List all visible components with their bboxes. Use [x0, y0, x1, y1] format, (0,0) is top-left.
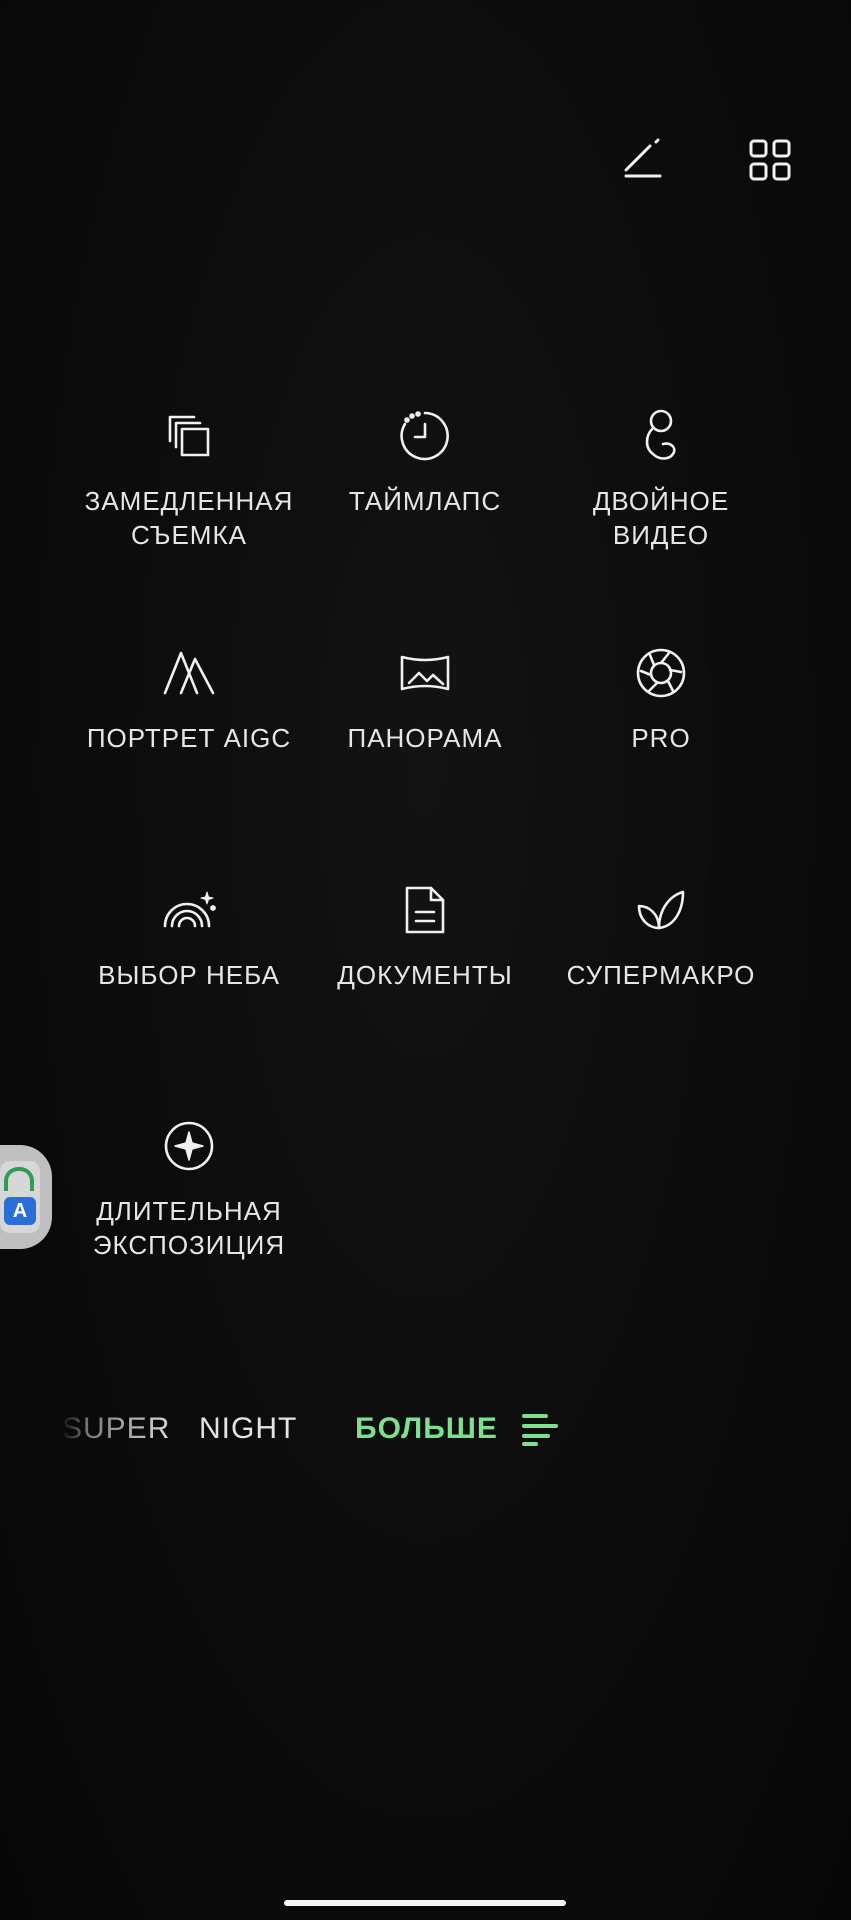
slow-motion-icon: [161, 408, 217, 464]
edit-slash-icon[interactable]: [614, 132, 670, 188]
mode-label: ДОКУМЕНТЫ: [337, 960, 513, 990]
mode-strip: SUPER NIGHT БОЛЬШЕ: [0, 1404, 851, 1454]
mode-long-exposure[interactable]: ДЛИТЕЛЬНАЯ ЭКСПОЗИЦИЯ: [71, 1118, 307, 1262]
portrait-aigc-icon: [161, 645, 217, 701]
translate-app-letter: A: [4, 1197, 36, 1225]
mode-slow-motion[interactable]: ЗАМЕДЛЕННАЯ СЪЕМКА: [71, 408, 307, 552]
mode-timelapse[interactable]: ТАЙМЛАПС: [307, 408, 543, 518]
mode-label: PRO: [631, 723, 691, 753]
mode-sky-select[interactable]: ВЫБОР НЕБА: [71, 882, 307, 992]
document-icon: [397, 882, 453, 938]
mode-label: ДЛИТЕЛЬНАЯ ЭКСПОЗИЦИЯ: [92, 1196, 286, 1260]
star-circle-icon: [161, 1118, 217, 1174]
mode-label: ТАЙМЛАПС: [348, 486, 502, 516]
aperture-icon: [633, 645, 689, 701]
dual-video-icon: [633, 408, 689, 464]
mode-strip-super[interactable]: SUPER: [62, 1404, 170, 1454]
mode-strip-night[interactable]: NIGHT: [199, 1404, 297, 1454]
mode-label: ЗАМЕДЛЕННАЯ СЪЕМКА: [84, 486, 294, 550]
mode-pro[interactable]: PRO: [543, 645, 779, 755]
home-indicator[interactable]: [284, 1900, 566, 1906]
mode-strip-more[interactable]: БОЛЬШЕ: [355, 1404, 498, 1454]
mode-label: ВЫБОР НЕБА: [98, 960, 280, 990]
floating-translate-app[interactable]: A: [0, 1145, 52, 1249]
mode-dual-video[interactable]: ДВОЙНОЕ ВИДЕО: [543, 408, 779, 552]
mode-documents[interactable]: ДОКУМЕНТЫ: [307, 882, 543, 992]
leaf-icon: [633, 882, 689, 938]
mode-super-macro[interactable]: СУПЕРМАКРО: [543, 882, 779, 992]
camera-more-modes-screen: ЗАМЕДЛЕННАЯ СЪЕМКА ТАЙМЛАПС ДВОЙНОЕ ВИДЕ…: [0, 0, 851, 1920]
timelapse-icon: [397, 408, 453, 464]
mode-label: ПАНОРАМА: [347, 723, 503, 753]
panorama-icon: [397, 645, 453, 701]
mode-label: СУПЕРМАКРО: [566, 960, 756, 990]
mode-label: ПОРТРЕТ AIGC: [86, 723, 292, 753]
grid-icon[interactable]: [742, 132, 798, 188]
mode-panorama[interactable]: ПАНОРАМА: [307, 645, 543, 755]
mode-label: ДВОЙНОЕ ВИДЕО: [592, 486, 730, 550]
list-icon[interactable]: [520, 1408, 560, 1448]
translate-app-icon: A: [0, 1161, 40, 1233]
mode-portrait-aigc[interactable]: ПОРТРЕТ AIGC: [71, 645, 307, 755]
sky-rainbow-icon: [161, 882, 217, 938]
